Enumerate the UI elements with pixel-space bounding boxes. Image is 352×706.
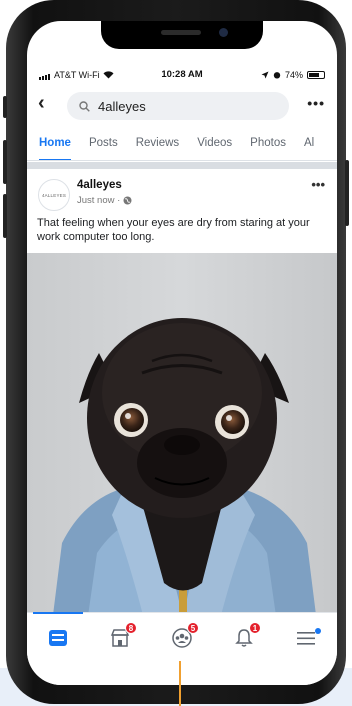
battery-percent: 74%	[284, 70, 303, 80]
tab-news-feed[interactable]	[27, 612, 89, 663]
tab-marketplace[interactable]: 8	[89, 613, 151, 663]
menu-icon	[297, 632, 315, 645]
post-photo[interactable]	[27, 253, 337, 623]
alarm-icon	[273, 72, 281, 79]
search-icon	[79, 100, 90, 112]
tab-photos[interactable]: Photos	[250, 131, 286, 160]
location-icon	[261, 71, 269, 79]
section-divider	[27, 162, 337, 169]
post-meta: Just now ·	[77, 195, 132, 206]
tab-groups[interactable]: 5	[151, 613, 213, 663]
back-arrow-icon[interactable]: ‹	[38, 92, 45, 115]
front-camera	[219, 28, 228, 37]
home-indicator-area	[27, 662, 337, 685]
tab-videos[interactable]: Videos	[197, 131, 232, 160]
tab-notifications[interactable]: 1	[213, 613, 275, 663]
pug-photo-image	[27, 253, 337, 623]
phone-frame: AT&T Wi-Fi 10:28 AM 74% ‹ 4alleyes ••• H…	[3, 0, 349, 704]
speaker	[161, 30, 201, 35]
pointer-line	[179, 661, 181, 706]
post-text: That feeling when your eyes are dry from…	[37, 217, 310, 243]
bottom-tab-bar: 8 5 1	[27, 612, 337, 662]
news-feed-icon	[49, 630, 67, 646]
page-tabs: Home Posts Reviews Videos Photos Al	[27, 131, 337, 161]
notch	[101, 21, 263, 49]
tab-home[interactable]: Home	[39, 131, 71, 160]
search-row: ‹ 4alleyes •••	[27, 89, 337, 123]
search-query: 4alleyes	[98, 98, 146, 114]
phone-screen: AT&T Wi-Fi 10:28 AM 74% ‹ 4alleyes ••• H…	[27, 21, 337, 685]
groups-badge: 5	[187, 622, 199, 634]
menu-notification-dot	[315, 628, 321, 634]
tab-menu[interactable]	[275, 613, 337, 663]
tab-more[interactable]: Al	[304, 131, 314, 160]
post-options-icon[interactable]: •••	[311, 177, 325, 192]
status-bar: AT&T Wi-Fi 10:28 AM 74%	[27, 67, 337, 83]
volume-up-button	[3, 140, 7, 184]
more-options-icon[interactable]: •••	[307, 95, 325, 111]
marketplace-badge: 8	[125, 622, 137, 634]
avatar[interactable]: 4ALLEYES	[38, 179, 70, 211]
tab-reviews[interactable]: Reviews	[136, 131, 179, 160]
avatar-logo-text: 4ALLEYES	[41, 192, 67, 198]
post-author[interactable]: 4alleyes	[77, 179, 122, 191]
notifications-badge: 1	[249, 622, 261, 634]
mute-switch	[3, 96, 7, 118]
tab-posts[interactable]: Posts	[89, 131, 118, 160]
search-input[interactable]: 4alleyes	[67, 92, 289, 120]
power-button	[345, 160, 349, 226]
post-time: Just now ·	[77, 195, 121, 206]
volume-down-button	[3, 194, 7, 238]
battery-icon	[307, 71, 325, 79]
globe-icon	[123, 196, 132, 205]
